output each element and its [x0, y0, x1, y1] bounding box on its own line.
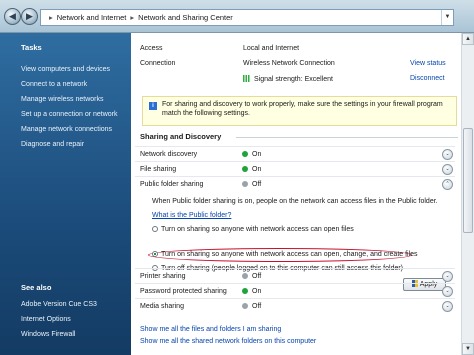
- status-text: On: [252, 288, 262, 295]
- firewall-info-banner: i For sharing and discovery to work prop…: [142, 96, 457, 126]
- access-label: Access: [140, 45, 163, 52]
- see-also-section: See also Adobe Version Cue CS3 Internet …: [0, 283, 131, 342]
- expand-chevron-icon[interactable]: ⌄: [442, 149, 453, 160]
- printer-sharing-status: Off: [242, 273, 261, 280]
- dropdown-arrow-icon[interactable]: ▼: [441, 10, 453, 25]
- address-bar[interactable]: ▸ Network and Internet ▸ Network and Sharin…: [40, 9, 454, 26]
- what-public-folder-link[interactable]: What is the Public folder?: [152, 212, 231, 219]
- option-open-files[interactable]: Turn on sharing so anyone with network a…: [152, 226, 354, 233]
- section-title: Sharing and Discovery: [140, 132, 222, 141]
- see-also-internet-options[interactable]: Internet Options: [0, 312, 131, 327]
- printer-sharing-label: Printer sharing: [140, 273, 186, 280]
- scroll-down-icon[interactable]: ▼: [462, 343, 474, 355]
- task-manage-connections[interactable]: Manage network connections: [0, 122, 131, 137]
- connection-value: Wireless Network Connection: [243, 60, 335, 67]
- media-sharing-label: Media sharing: [140, 303, 184, 310]
- signal-text: Signal strength: Excellent: [254, 76, 333, 83]
- expand-chevron-icon[interactable]: ⌄: [442, 164, 453, 175]
- bottom-links: Show me all the files and folders I am s…: [140, 324, 316, 348]
- radio-button-selected[interactable]: [152, 251, 158, 257]
- public-folder-status: Off: [242, 181, 261, 188]
- collapse-chevron-icon[interactable]: ⌃: [442, 179, 453, 190]
- public-folder-label: Public folder sharing: [140, 181, 204, 188]
- row-password-protected-sharing: Password protected sharing On ⌄: [135, 283, 455, 298]
- task-manage-wireless[interactable]: Manage wireless networks: [0, 92, 131, 107]
- scroll-thumb[interactable]: [463, 128, 473, 233]
- vertical-scrollbar[interactable]: ▲ ▼: [461, 33, 474, 355]
- see-also-heading: See also: [21, 283, 52, 292]
- connection-label: Connection: [140, 60, 176, 67]
- row-public-folder-sharing: Public folder sharing Off ⌃: [135, 176, 455, 191]
- expand-chevron-icon[interactable]: ⌄: [442, 271, 453, 282]
- status-off-icon: [242, 181, 248, 187]
- password-sharing-status: On: [242, 288, 261, 295]
- option-label: Turn on sharing so anyone with network a…: [161, 226, 354, 233]
- main-content: Access Local and Internet Connection Wir…: [131, 33, 474, 355]
- scroll-up-icon[interactable]: ▲: [462, 33, 474, 45]
- option-label: Turn on sharing so anyone with network a…: [161, 251, 418, 258]
- window-titlebar: ◀ ▶ ▸ Network and Internet ▸ Network and Sh…: [0, 0, 474, 33]
- section-divider: [236, 137, 458, 138]
- option-open-change-create[interactable]: Turn on sharing so anyone with network a…: [152, 251, 418, 258]
- row-file-sharing: File sharing On ⌄: [135, 161, 455, 176]
- password-sharing-label: Password protected sharing: [140, 288, 227, 295]
- status-text: Off: [252, 273, 262, 280]
- tasks-heading: Tasks: [21, 43, 42, 52]
- row-media-sharing: Media sharing Off ⌄: [135, 298, 455, 313]
- status-on-icon: [242, 288, 248, 294]
- row-network-discovery: Network discovery On ⌄: [135, 146, 455, 161]
- back-button[interactable]: ◀: [4, 8, 21, 25]
- status-text: On: [252, 166, 262, 173]
- status-off-icon: [242, 303, 248, 309]
- chevron-right-icon: ▸: [49, 13, 53, 22]
- task-view-computers[interactable]: View computers and devices: [0, 62, 131, 77]
- access-value: Local and Internet: [243, 45, 300, 52]
- forward-button[interactable]: ▶: [21, 8, 38, 25]
- chevron-right-icon: ▸: [130, 13, 135, 22]
- network-discovery-label: Network discovery: [140, 151, 198, 158]
- task-diagnose-repair[interactable]: Diagnose and repair: [0, 137, 131, 152]
- row-printer-sharing: Printer sharing Off ⌄: [135, 268, 455, 283]
- status-on-icon: [242, 151, 248, 157]
- radio-button[interactable]: [152, 226, 158, 232]
- public-folder-desc: When Public folder sharing is on, people…: [152, 198, 438, 205]
- media-sharing-status: Off: [242, 303, 261, 310]
- breadcrumb-sharing-center[interactable]: Network and Sharing Center: [138, 13, 233, 22]
- status-text: Off: [252, 303, 262, 310]
- network-discovery-status: On: [242, 151, 261, 158]
- signal-bars-icon: [243, 75, 251, 82]
- task-setup-connection[interactable]: Set up a connection or network: [0, 107, 131, 122]
- status-on-icon: [242, 166, 248, 172]
- sharing-discovery-header: Sharing and Discovery: [140, 132, 458, 143]
- expand-chevron-icon[interactable]: ⌄: [442, 286, 453, 297]
- signal-strength: Signal strength: Excellent: [243, 75, 333, 83]
- disconnect-link[interactable]: Disconnect: [410, 75, 445, 82]
- task-sidebar: Tasks View computers and devices Connect…: [0, 33, 131, 355]
- status-off-icon: [242, 273, 248, 279]
- file-sharing-status: On: [242, 166, 261, 173]
- info-text: For sharing and discovery to work proper…: [162, 101, 443, 117]
- show-shared-folders-link[interactable]: Show me all the shared network folders o…: [140, 336, 316, 348]
- show-shared-files-link[interactable]: Show me all the files and folders I am s…: [140, 324, 316, 336]
- task-connect-network[interactable]: Connect to a network: [0, 77, 131, 92]
- breadcrumb-network-internet[interactable]: Network and Internet: [57, 13, 127, 22]
- expand-chevron-icon[interactable]: ⌄: [442, 301, 453, 312]
- view-status-link[interactable]: View status: [410, 60, 446, 67]
- info-icon: i: [149, 102, 157, 110]
- status-text: Off: [252, 181, 262, 188]
- status-text: On: [252, 151, 262, 158]
- file-sharing-label: File sharing: [140, 166, 177, 173]
- see-also-firewall[interactable]: Windows Firewall: [0, 327, 131, 342]
- see-also-adobe[interactable]: Adobe Version Cue CS3: [0, 297, 131, 312]
